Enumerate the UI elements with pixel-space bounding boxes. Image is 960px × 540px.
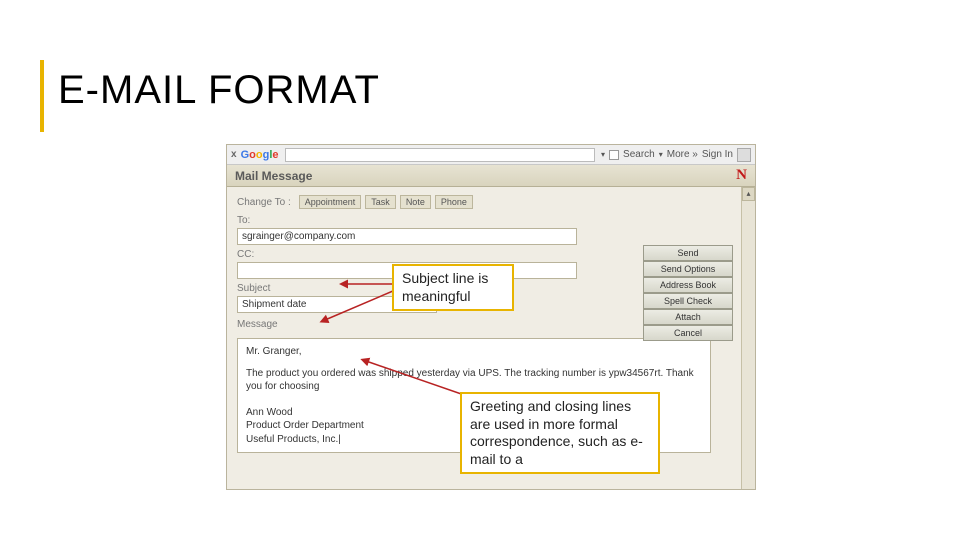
cancel-button[interactable]: Cancel: [643, 325, 733, 341]
scrollbar[interactable]: ▴: [741, 187, 755, 489]
page-title: E-MAIL FORMAT: [58, 68, 380, 113]
more-button[interactable]: More »: [667, 149, 698, 160]
window-title: Mail Message: [235, 169, 312, 183]
tab-phone[interactable]: Phone: [435, 195, 473, 209]
callout-subject: Subject line is meaningful: [392, 264, 514, 311]
change-to-label: Change To :: [237, 197, 291, 208]
tab-note[interactable]: Note: [400, 195, 431, 209]
action-buttons: Send Send Options Address Book Spell Che…: [643, 245, 733, 341]
browser-toolbar: x Google ▾ Search ▾ More » Sign In: [227, 145, 755, 165]
to-field[interactable]: sgrainger@company.com: [237, 228, 577, 245]
wrench-icon[interactable]: [737, 148, 751, 162]
dropdown-icon[interactable]: ▾: [601, 150, 605, 159]
spell-check-button[interactable]: Spell Check: [643, 293, 733, 309]
attach-button[interactable]: Attach: [643, 309, 733, 325]
send-options-button[interactable]: Send Options: [643, 261, 733, 277]
search-button[interactable]: Search: [623, 149, 655, 160]
favicon-icon: [609, 150, 619, 160]
address-book-button[interactable]: Address Book: [643, 277, 733, 293]
send-button[interactable]: Send: [643, 245, 733, 261]
close-icon[interactable]: x: [231, 149, 237, 160]
accent-bar: [40, 60, 44, 132]
search-input[interactable]: [285, 148, 596, 162]
tab-appointment[interactable]: Appointment: [299, 195, 362, 209]
signin-button[interactable]: Sign In: [702, 149, 733, 160]
to-label: To:: [237, 215, 731, 226]
window-titlebar: Mail Message N: [227, 165, 755, 187]
callout-greeting: Greeting and closing lines are used in m…: [460, 392, 660, 474]
google-logo: Google: [241, 149, 279, 161]
scroll-up-icon[interactable]: ▴: [742, 187, 755, 201]
tab-task[interactable]: Task: [365, 195, 396, 209]
brand-logo: N: [736, 167, 747, 184]
